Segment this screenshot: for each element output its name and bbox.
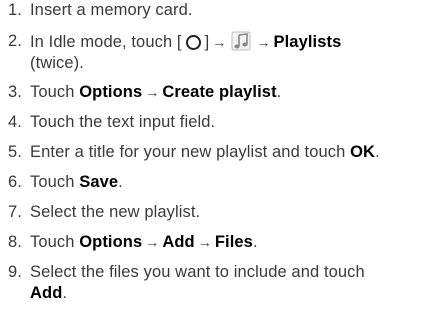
button-label-add: Add <box>30 284 63 302</box>
step-text-post: . <box>375 143 380 161</box>
step-text: In Idle mode, touch [] → → Playlists (twic… <box>30 31 420 74</box>
arrow-icon: → <box>256 34 271 50</box>
step-text: Enter a title for your new playlist and … <box>30 142 420 163</box>
step-text-pre: In Idle mode, touch [ <box>30 33 182 51</box>
menu-option-options: Options <box>79 83 143 101</box>
step-number: 5. <box>8 143 22 161</box>
step-text: Select the new playlist. <box>30 203 201 221</box>
step-text-post: . <box>276 83 282 101</box>
step-text-pre: Touch <box>30 83 80 101</box>
step-text: Touch Options → Add → Files. <box>30 232 420 253</box>
step-number: 7. <box>8 203 22 221</box>
step-text-pre: Touch <box>30 233 80 251</box>
step-text: Touch the text input field. <box>30 113 216 131</box>
step-number: 2. <box>8 32 22 50</box>
step-number: 3. <box>8 83 22 101</box>
step-text-pre: Enter a title for your new playlist and … <box>30 143 351 161</box>
step-number: 4. <box>8 113 22 131</box>
menu-option-playlists: Playlists <box>273 33 342 51</box>
arrow-icon: → <box>145 234 160 250</box>
step-text-post: . <box>62 284 68 302</box>
step-text: Insert a memory card. <box>30 1 193 19</box>
step-text-pre: Touch <box>30 173 80 191</box>
step-number: 8. <box>8 233 22 251</box>
menu-option-create-playlist: Create playlist <box>162 83 277 101</box>
arrow-icon: → <box>212 34 227 50</box>
music-note-icon <box>231 31 251 51</box>
step-continuation: (twice). <box>30 54 84 72</box>
step-text-post: . <box>252 233 258 251</box>
step-number: 1. <box>8 1 22 19</box>
step-continuation: Add. <box>30 283 420 304</box>
step-text-main: Select the files you want to include and… <box>30 263 365 281</box>
arrow-icon: → <box>197 234 212 250</box>
menu-option-add: Add <box>162 233 195 251</box>
button-label-save: Save <box>79 173 119 191</box>
menu-option-options: Options <box>79 233 143 251</box>
step-number: 9. <box>8 263 22 281</box>
arrow-icon: → <box>145 84 160 100</box>
circle-home-icon <box>185 35 201 50</box>
step-text: Select the files you want to include and… <box>30 262 420 304</box>
step-text: Touch Options → Create playlist. <box>30 82 420 103</box>
menu-option-files: Files <box>214 233 253 251</box>
step-number: 6. <box>8 173 22 191</box>
step-text: Touch Save. <box>30 172 420 193</box>
button-label-ok: OK <box>350 143 376 161</box>
step-text-post: . <box>118 173 123 191</box>
